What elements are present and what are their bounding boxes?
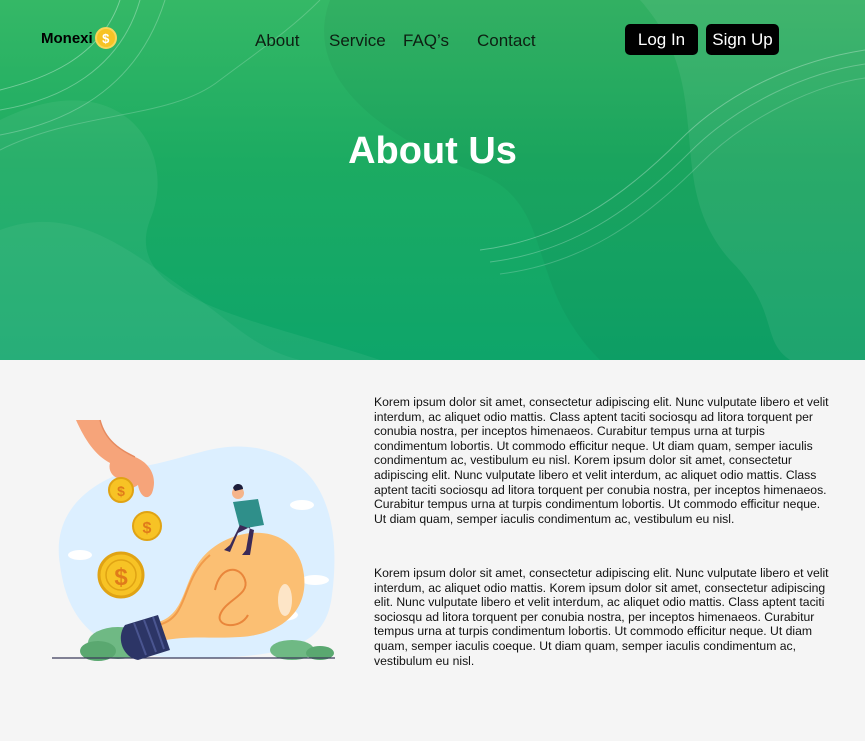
signup-button[interactable]: Sign Up — [706, 24, 779, 55]
svg-text:$: $ — [114, 564, 128, 591]
brand-name: Monexi — [41, 29, 93, 47]
page-title: About Us — [348, 130, 517, 172]
nav-link-about[interactable]: About — [255, 31, 299, 51]
brand-logo[interactable]: Monexi $ — [41, 27, 117, 49]
svg-text:$: $ — [117, 483, 125, 499]
about-paragraph-2: Korem ipsum dolor sit amet, consectetur … — [374, 566, 829, 668]
nav-link-faqs[interactable]: FAQ’s — [403, 31, 449, 51]
login-button[interactable]: Log In — [625, 24, 698, 55]
lightbulb-money-illustration: $ $ $ — [52, 419, 335, 661]
dollar-coin-icon: $ — [94, 27, 117, 49]
nav-link-service[interactable]: Service — [329, 31, 386, 51]
about-paragraph-1: Korem ipsum dolor sit amet, consectetur … — [374, 395, 829, 526]
hero-banner: Monexi $ About Service FAQ’s Contact Log… — [0, 0, 865, 360]
svg-text:$: $ — [143, 520, 152, 537]
nav-link-contact[interactable]: Contact — [477, 31, 536, 51]
